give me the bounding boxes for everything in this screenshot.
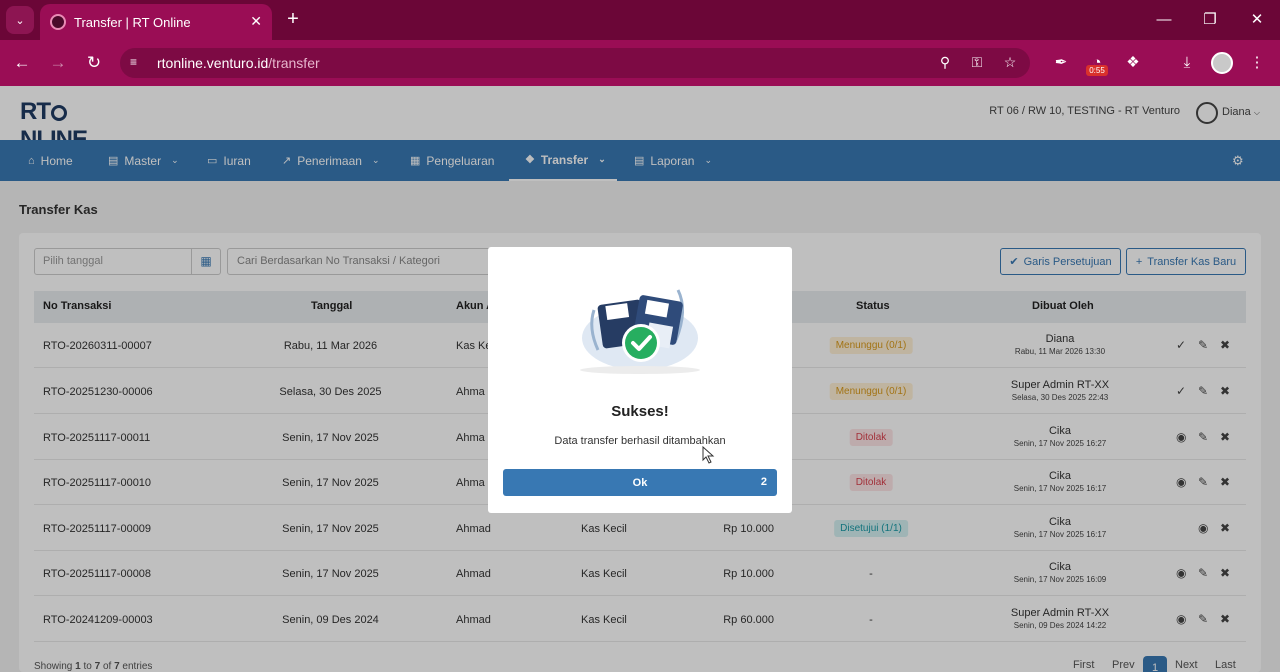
back-arrow-icon[interactable]: ← [10,51,34,75]
restore-icon[interactable]: ❐ [1196,8,1224,32]
ok-countdown: 2 [760,476,767,488]
favicon-icon [50,14,66,30]
minimize-icon[interactable]: — [1150,8,1178,32]
modal-message: Data transfer berhasil ditambahkan [554,435,726,447]
mouse-cursor-icon [702,446,715,464]
site-info-icon[interactable]: ≡ [130,55,148,71]
reload-icon[interactable]: ↻ [82,51,106,75]
modal-ok-button[interactable]: Ok 2 [503,469,777,496]
close-window-icon[interactable]: ✕ [1243,8,1271,32]
modal-title: Sukses! [611,403,669,420]
zoom-icon[interactable]: ⚲ [935,54,955,72]
browser-tab[interactable]: Transfer | RT Online ✕ [40,4,272,40]
url-host: rtonline.venturo.id [157,55,269,71]
tab-search-chevron-icon[interactable]: ⌄ [6,6,34,34]
address-bar[interactable]: rtonline.venturo.id/transfer [120,48,1030,78]
tab-title: Transfer | RT Online [74,14,191,30]
puzzle-extensions-icon[interactable]: ❖ [1122,52,1144,74]
kebab-menu-icon[interactable]: ⋮ [1246,52,1268,74]
url-path: /transfer [268,55,320,71]
download-icon[interactable]: ⤓ [1176,52,1198,74]
bookmark-star-icon[interactable]: ☆ [1000,54,1020,72]
password-key-icon[interactable]: ⚿ [967,54,987,72]
timer-badge: 0:55 [1086,65,1108,76]
profile-avatar[interactable] [1211,52,1233,74]
ok-label: Ok [632,476,648,489]
forward-arrow-icon[interactable]: → [46,51,70,75]
feather-extension-icon[interactable]: ✒ [1050,52,1072,74]
new-tab-plus-icon[interactable]: + [282,8,304,30]
tab-close-icon[interactable]: ✕ [250,13,262,30]
success-illustration-icon [580,289,700,374]
